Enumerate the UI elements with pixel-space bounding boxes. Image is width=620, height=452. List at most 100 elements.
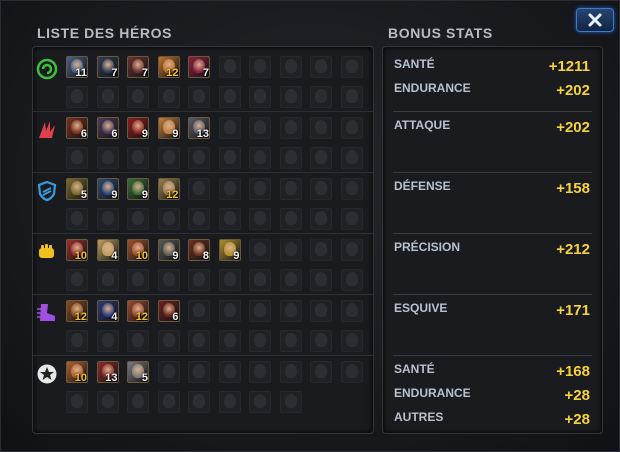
hero-portrait[interactable]: 7	[188, 56, 210, 78]
stat-divider	[393, 111, 592, 112]
hero-portrait[interactable]: 4	[96, 239, 119, 261]
hero-face-icon	[254, 59, 266, 73]
hero-portrait[interactable]: 10	[127, 239, 149, 261]
hero-level: 9	[141, 189, 148, 200]
locked-hero-slot	[249, 330, 271, 352]
locked-hero-slot	[249, 86, 271, 108]
hero-portrait[interactable]: 6	[157, 300, 180, 322]
locked-hero-slot	[96, 269, 119, 291]
stat-label: SANTÉ	[394, 57, 435, 71]
hero-face-icon	[345, 181, 358, 195]
row-divider	[33, 233, 373, 234]
hero-face-icon	[315, 364, 327, 378]
locked-hero-slot	[279, 208, 302, 230]
locked-hero-slot	[188, 178, 210, 200]
hero-face-icon	[345, 211, 358, 225]
blaster-fist-icon	[36, 241, 58, 263]
hero-portrait[interactable]: 12	[157, 178, 180, 200]
hero-face-icon	[71, 211, 83, 225]
locked-hero-slot	[279, 391, 302, 413]
hero-face-icon	[223, 211, 236, 225]
stat-label: ATTAQUE	[394, 118, 451, 132]
locked-hero-slot	[279, 361, 302, 383]
hero-level: 13	[105, 372, 118, 383]
hero-face-icon	[193, 364, 205, 378]
hero-portrait[interactable]: 12	[157, 56, 180, 78]
locked-hero-slot	[157, 86, 180, 108]
hero-portrait[interactable]: 12	[66, 300, 88, 322]
locked-hero-slot	[218, 117, 241, 139]
hero-face-icon	[315, 120, 327, 134]
hero-portrait[interactable]: 5	[127, 361, 149, 383]
locked-hero-slot	[279, 117, 302, 139]
hero-face-icon	[101, 394, 114, 408]
hero-face-icon	[132, 89, 144, 103]
hero-level: 12	[166, 189, 179, 200]
hero-face-icon	[315, 150, 327, 164]
locked-hero-slot	[96, 208, 119, 230]
hero-portrait[interactable]: 9	[157, 239, 180, 261]
locked-hero-slot	[188, 86, 210, 108]
hero-face-icon	[101, 272, 114, 286]
locked-hero-slot	[310, 178, 332, 200]
hero-face-icon	[254, 181, 266, 195]
hero-face-icon	[254, 89, 266, 103]
hero-level: 6	[172, 311, 179, 322]
locked-hero-slot	[188, 147, 210, 169]
locked-hero-slot	[127, 86, 149, 108]
locked-hero-slot	[218, 269, 241, 291]
hero-portrait[interactable]: 4	[96, 300, 119, 322]
locked-hero-slot	[279, 300, 302, 322]
locked-hero-slot	[96, 330, 119, 352]
hero-portrait[interactable]: 10	[66, 239, 88, 261]
hero-portrait[interactable]: 6	[96, 117, 119, 139]
hero-portrait[interactable]: 7	[127, 56, 149, 78]
hero-portrait[interactable]: 9	[157, 117, 180, 139]
hero-face-icon	[162, 272, 175, 286]
hero-face-icon	[345, 242, 358, 256]
locked-hero-slot	[188, 361, 210, 383]
locked-hero-slot	[218, 86, 241, 108]
hero-face-icon	[345, 59, 358, 73]
row-divider	[33, 294, 373, 295]
hero-face-icon	[284, 89, 297, 103]
hero-face-icon	[284, 211, 297, 225]
hero-portrait[interactable]: 13	[96, 361, 119, 383]
hero-portrait[interactable]: 6	[66, 117, 88, 139]
hero-portrait[interactable]: 7	[96, 56, 119, 78]
locked-hero-slot	[249, 361, 271, 383]
hero-face-icon	[223, 59, 236, 73]
stat-label: ESQUIVE	[394, 301, 448, 315]
locked-hero-slot	[249, 117, 271, 139]
hero-portrait[interactable]: 8	[188, 239, 210, 261]
locked-hero-slot	[279, 56, 302, 78]
hero-portrait[interactable]: 11	[66, 56, 88, 78]
locked-hero-slot	[310, 117, 332, 139]
locked-hero-slot	[279, 86, 302, 108]
close-button[interactable]	[576, 8, 614, 32]
locked-hero-slot	[96, 86, 119, 108]
hero-portrait[interactable]: 12	[127, 300, 149, 322]
hero-face-icon	[284, 120, 297, 134]
hero-face-icon	[345, 120, 358, 134]
stat-value: +28	[564, 411, 590, 428]
hero-portrait[interactable]: 9	[96, 178, 119, 200]
hero-portrait[interactable]: 9	[218, 239, 241, 261]
hero-face-icon	[345, 303, 358, 317]
locked-hero-slot	[188, 330, 210, 352]
hero-portrait[interactable]: 9	[127, 178, 149, 200]
hero-face-icon	[254, 242, 266, 256]
hero-face-icon	[132, 150, 144, 164]
stat-value: +28	[564, 387, 590, 404]
stat-label: AUTRES	[394, 410, 444, 424]
stat-divider	[393, 233, 592, 234]
speed-boot-icon	[36, 302, 58, 324]
hero-portrait[interactable]: 9	[127, 117, 149, 139]
locked-hero-slot	[340, 361, 363, 383]
locked-hero-slot	[218, 391, 241, 413]
hero-portrait[interactable]: 13	[188, 117, 210, 139]
hero-portrait[interactable]: 10	[66, 361, 88, 383]
hero-portrait[interactable]: 5	[66, 178, 88, 200]
combat-claw-icon	[36, 119, 58, 141]
hero-level: 12	[74, 311, 87, 322]
